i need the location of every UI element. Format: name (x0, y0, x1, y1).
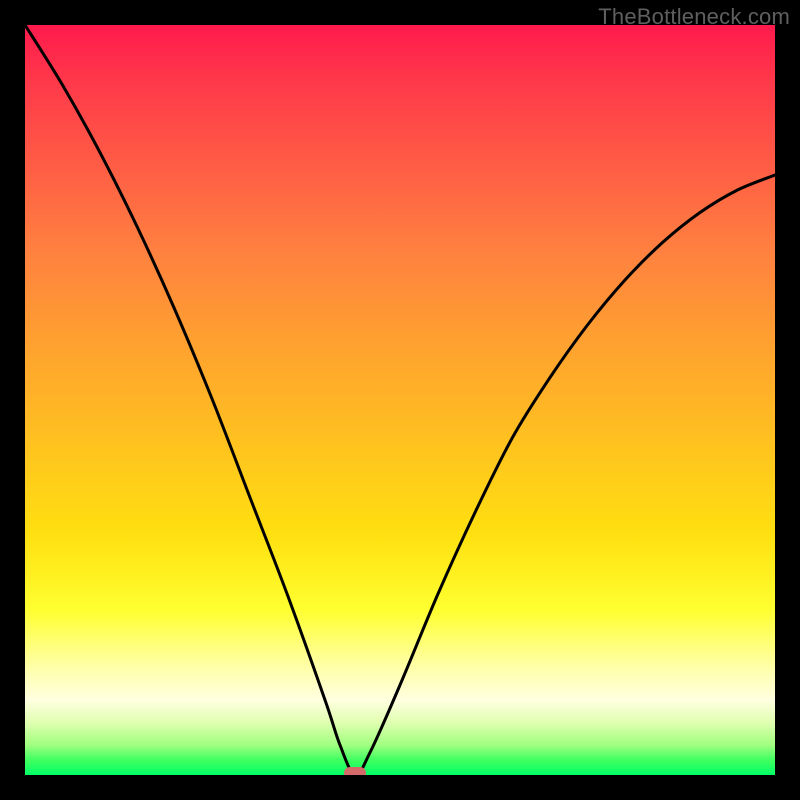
curve-svg (25, 25, 775, 775)
chart-frame: TheBottleneck.com (0, 0, 800, 800)
minimum-marker (344, 767, 366, 775)
bottleneck-curve (25, 25, 775, 775)
plot-area (25, 25, 775, 775)
watermark-text: TheBottleneck.com (598, 4, 790, 30)
